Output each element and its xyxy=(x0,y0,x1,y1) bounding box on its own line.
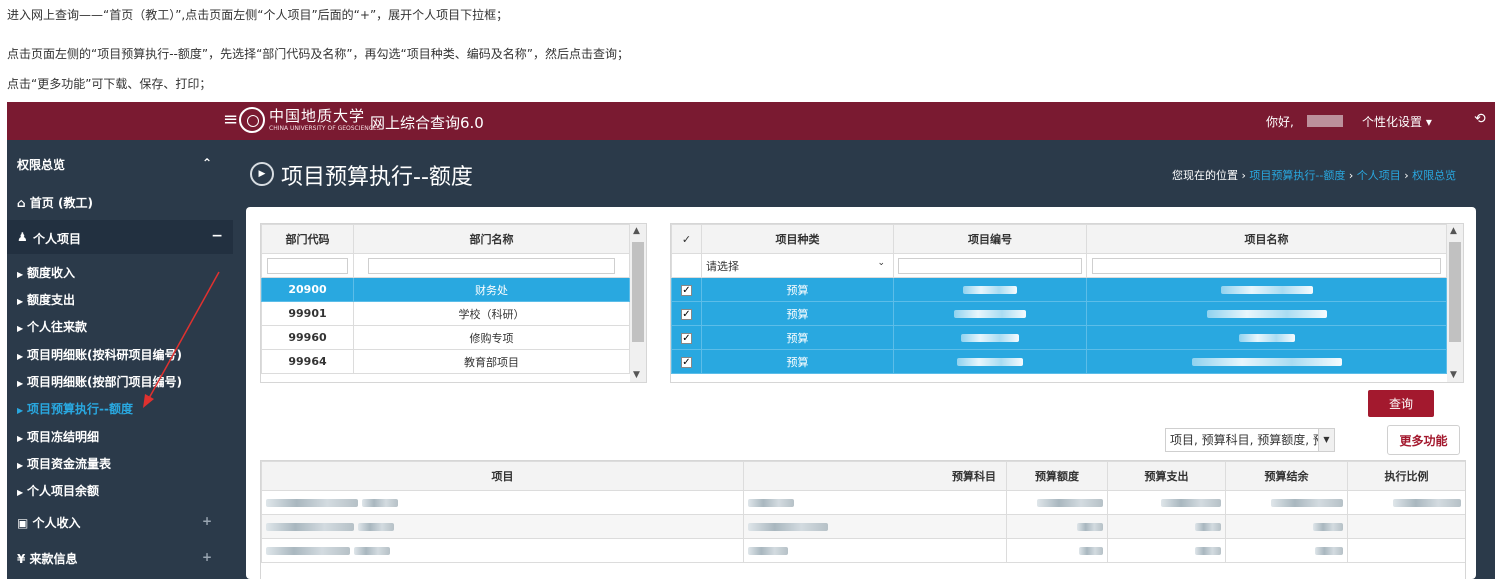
scrollbar[interactable]: ▲ ▼ xyxy=(630,224,646,382)
table-row[interactable]: 99960 修购专项 xyxy=(261,325,630,350)
project-grid: ✓ 项目种类 项目编号 项目名称 请选择 ⌄ ✓ 预算 ✓ 预算 ✓ 预算 ✓ … xyxy=(670,223,1464,383)
scrollbar-thumb[interactable] xyxy=(632,242,644,342)
column-header[interactable]: 项目 xyxy=(261,461,744,491)
play-circle-icon: ▶ xyxy=(250,162,274,186)
main-content: ▶ 项目预算执行--额度 您现在的位置 › 项目预算执行--额度 › 个人项目 … xyxy=(233,140,1495,579)
table-row[interactable]: ✓ 预算 xyxy=(671,349,1447,374)
redacted-name xyxy=(1238,334,1295,342)
row-checkbox[interactable]: ✓ xyxy=(681,309,692,320)
breadcrumb-link[interactable]: 个人项目 xyxy=(1357,169,1401,182)
project-type-filter-select[interactable]: 请选择 ⌄ xyxy=(701,253,894,278)
annotation-arrow-icon xyxy=(143,271,220,408)
column-header[interactable]: 执行比例 xyxy=(1347,461,1465,491)
select-all-checkbox[interactable]: ✓ xyxy=(671,224,702,254)
dept-name-filter-input[interactable] xyxy=(367,257,616,274)
column-header[interactable]: 项目种类 xyxy=(701,224,894,254)
power-icon[interactable]: ⟲ xyxy=(1474,111,1486,127)
column-header[interactable]: 项目名称 xyxy=(1086,224,1447,254)
instruction-step-2: 点击页面左侧的“项目预算执行--额度”，先选择“部门代码及名称”，再勾选“项目种… xyxy=(7,47,629,61)
username-redacted xyxy=(1307,115,1343,127)
dept-code-filter-input[interactable] xyxy=(266,257,349,274)
table-row[interactable]: ✓ 预算 xyxy=(671,277,1447,302)
column-header[interactable]: 预算科目 xyxy=(743,461,1007,491)
personal-settings-dropdown[interactable]: 个性化设置 ▾ xyxy=(1362,113,1432,130)
instruction-step-1: 进入网上查询——“首页（教工）”,点击页面左侧“个人项目”后面的“+”，展开个人… xyxy=(7,8,509,22)
university-logo-subtext: CHINA UNIVERSITY OF GEOSCIENCES xyxy=(269,125,381,132)
column-header[interactable]: 部门代码 xyxy=(261,224,354,254)
table-row[interactable]: 20900 财务处 xyxy=(261,277,630,302)
table-row[interactable]: ✓ 预算 xyxy=(671,301,1447,326)
app-title: 网上综合查询6.0 xyxy=(370,114,484,132)
table-row[interactable]: ✓ 预算 xyxy=(671,325,1447,350)
scrollbar[interactable]: ▲ ▼ xyxy=(1447,224,1463,382)
row-checkbox[interactable]: ✓ xyxy=(681,357,692,368)
redacted-code xyxy=(961,334,1019,342)
redacted-code xyxy=(954,310,1026,318)
query-button[interactable]: 查询 xyxy=(1368,390,1434,417)
table-row[interactable] xyxy=(261,490,1465,515)
project-name-filter-input[interactable] xyxy=(1092,257,1441,274)
table-row[interactable] xyxy=(261,514,1465,539)
chevron-down-icon[interactable]: ▼ xyxy=(633,370,640,380)
column-header[interactable]: 预算结余 xyxy=(1225,461,1348,491)
instruction-step-3: 点击“更多功能”可下载、保存、打印； xyxy=(7,77,212,91)
redacted-name xyxy=(1220,286,1313,294)
redacted-name xyxy=(1206,310,1327,318)
result-grid: 项目 预算科目 预算额度 预算支出 预算结余 执行比例 xyxy=(260,460,1466,579)
greeting-text: 你好, xyxy=(1266,115,1294,129)
columns-select[interactable]: 项目, 预算科目, 预算额度, 预算 ▼ xyxy=(1165,428,1335,452)
university-logo-text: 中国地质大学 xyxy=(269,107,366,125)
table-row[interactable]: 99901 学校（科研） xyxy=(261,301,630,326)
column-header[interactable]: 部门名称 xyxy=(353,224,630,254)
chevron-down-icon: ⌄ xyxy=(877,258,885,268)
chevron-down-icon: ▼ xyxy=(1318,429,1334,451)
redacted-name xyxy=(1191,358,1342,366)
scrollbar-thumb[interactable] xyxy=(1449,242,1461,342)
project-code-filter-input[interactable] xyxy=(897,257,1083,274)
breadcrumb: 您现在的位置 › 项目预算执行--额度 › 个人项目 › 权限总览 xyxy=(1172,169,1457,182)
breadcrumb-link[interactable]: 项目预算执行--额度 xyxy=(1249,169,1345,182)
column-header[interactable]: 项目编号 xyxy=(893,224,1087,254)
column-header[interactable]: 预算支出 xyxy=(1107,461,1226,491)
redacted-code xyxy=(963,286,1017,294)
row-checkbox[interactable]: ✓ xyxy=(681,285,692,296)
redacted-code xyxy=(957,358,1023,366)
department-grid: 部门代码 部门名称 20900 财务处 99901 学校（科研） 99960 修… xyxy=(260,223,647,383)
breadcrumb-link[interactable]: 权限总览 xyxy=(1412,169,1456,182)
chevron-up-icon[interactable]: ▲ xyxy=(633,226,640,236)
page-title: 项目预算执行--额度 xyxy=(281,165,473,190)
content-panel: 部门代码 部门名称 20900 财务处 99901 学校（科研） 99960 修… xyxy=(246,207,1476,579)
row-checkbox[interactable]: ✓ xyxy=(681,333,692,344)
more-functions-button[interactable]: 更多功能 xyxy=(1387,425,1460,455)
chevron-up-icon[interactable]: ▲ xyxy=(1450,226,1457,236)
table-row[interactable] xyxy=(261,538,1465,563)
column-header[interactable]: 预算额度 xyxy=(1006,461,1108,491)
table-row[interactable]: 99964 教育部项目 xyxy=(261,349,630,374)
chevron-down-icon[interactable]: ▼ xyxy=(1450,370,1457,380)
app-window: ≡ 中国地质大学 CHINA UNIVERSITY OF GEOSCIENCES… xyxy=(7,102,1495,579)
